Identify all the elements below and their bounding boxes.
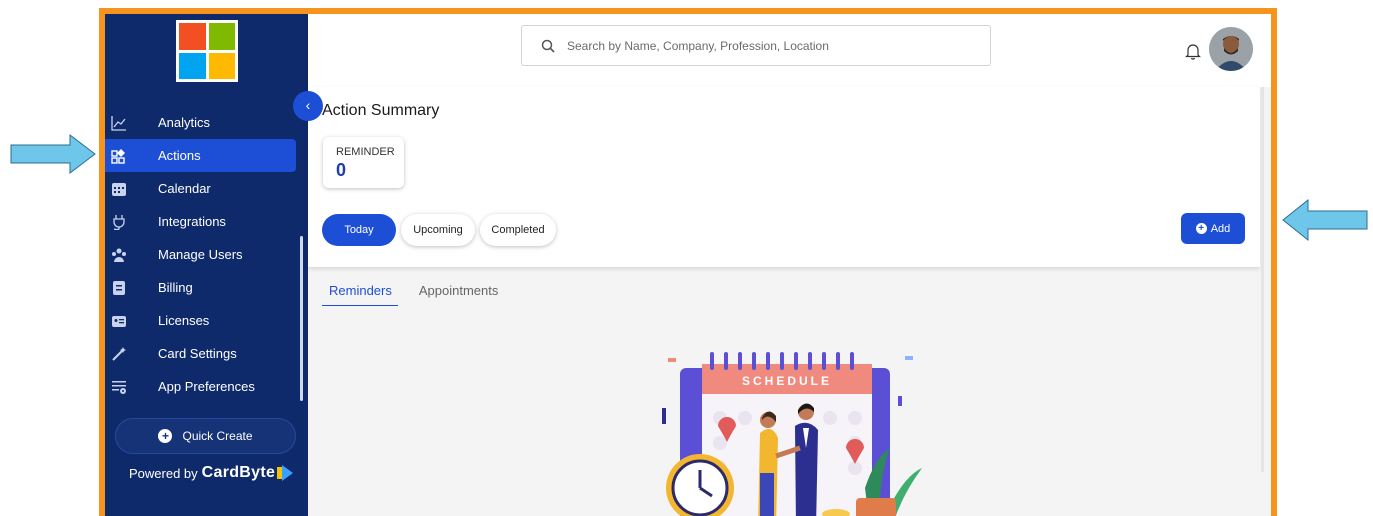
sidebar-item-label: Calendar bbox=[158, 181, 211, 196]
action-summary-panel: Action Summary REMINDER 0 Today Upcoming… bbox=[308, 87, 1260, 267]
chevron-left-icon: ‹ bbox=[305, 97, 311, 113]
page-title: Action Summary bbox=[322, 102, 440, 119]
top-header bbox=[308, 14, 1271, 87]
sidebar-item-card-settings[interactable]: Card Settings bbox=[105, 337, 296, 370]
license-card-icon bbox=[111, 313, 127, 329]
reminder-count: 0 bbox=[336, 160, 347, 180]
search-bar[interactable] bbox=[521, 25, 991, 66]
quick-create-button[interactable]: + Quick Create bbox=[115, 418, 296, 454]
user-avatar[interactable] bbox=[1209, 27, 1253, 71]
powered-by-cardbyte: Powered by CardByte bbox=[129, 464, 295, 482]
main-scrollbar[interactable] bbox=[1261, 87, 1264, 472]
cardbyte-brand: CardByte bbox=[201, 464, 276, 481]
schedule-banner-text: SCHEDULE bbox=[742, 374, 832, 388]
sidebar-item-label: Analytics bbox=[158, 115, 211, 130]
filter-upcoming-button[interactable]: Upcoming bbox=[401, 214, 475, 246]
tab-reminders[interactable]: Reminders bbox=[322, 283, 398, 306]
plug-icon bbox=[111, 214, 127, 230]
powered-by-label: Powered by bbox=[129, 465, 198, 481]
app-frame: Analytics Actions Calendar Integrations … bbox=[99, 8, 1277, 516]
add-button[interactable]: + Add bbox=[1181, 213, 1245, 244]
sidebar-item-analytics[interactable]: Analytics bbox=[105, 106, 296, 139]
users-icon bbox=[111, 247, 127, 263]
sidebar: Analytics Actions Calendar Integrations … bbox=[105, 14, 308, 516]
sidebar-item-billing[interactable]: Billing bbox=[105, 271, 296, 304]
sidebar-item-label: Manage Users bbox=[158, 247, 243, 262]
sidebar-item-app-preferences[interactable]: App Preferences bbox=[105, 370, 296, 403]
notification-bell-icon[interactable] bbox=[1185, 42, 1201, 60]
preferences-icon bbox=[111, 379, 127, 395]
tab-appointments[interactable]: Appointments bbox=[412, 283, 499, 306]
main-content: Action Summary REMINDER 0 Today Upcoming… bbox=[308, 87, 1271, 516]
billing-icon bbox=[111, 280, 127, 296]
sidebar-item-integrations[interactable]: Integrations bbox=[105, 205, 296, 238]
quick-create-label: Quick Create bbox=[182, 429, 253, 443]
add-label: Add bbox=[1210, 222, 1231, 235]
schedule-illustration: SCHEDULE bbox=[662, 352, 922, 516]
sidebar-item-label: Integrations bbox=[158, 214, 226, 229]
calendar-icon bbox=[111, 181, 127, 197]
filter-completed-button[interactable]: Completed bbox=[480, 214, 556, 246]
sidebar-item-label: Licenses bbox=[158, 313, 210, 328]
search-input[interactable] bbox=[567, 38, 967, 53]
sidebar-item-label: App Preferences bbox=[158, 379, 255, 394]
sidebar-item-label: Actions bbox=[158, 148, 201, 163]
sidebar-scrollbar[interactable] bbox=[300, 236, 303, 401]
sidebar-item-calendar[interactable]: Calendar bbox=[105, 172, 296, 205]
reminder-label: REMINDER bbox=[336, 146, 395, 158]
filter-today-button[interactable]: Today bbox=[322, 214, 396, 246]
annotation-arrow-right-icon bbox=[10, 134, 96, 174]
actions-grid-icon bbox=[111, 148, 127, 164]
sidebar-item-manage-users[interactable]: Manage Users bbox=[105, 238, 296, 271]
plus-circle-icon: + bbox=[158, 429, 173, 443]
cardbyte-logo-icon bbox=[277, 465, 295, 481]
annotation-arrow-left-icon bbox=[1282, 199, 1368, 241]
company-logo bbox=[176, 20, 238, 82]
plus-circle-icon: + bbox=[1195, 223, 1207, 234]
sidebar-item-label: Billing bbox=[158, 280, 193, 295]
sidebar-item-actions[interactable]: Actions bbox=[105, 139, 296, 172]
collapse-sidebar-button[interactable]: ‹ bbox=[293, 91, 323, 121]
chart-line-icon bbox=[111, 115, 127, 131]
sidebar-item-label: Card Settings bbox=[158, 346, 237, 361]
magic-wand-icon bbox=[111, 346, 127, 362]
sidebar-item-licenses[interactable]: Licenses bbox=[105, 304, 296, 337]
reminder-count-card: REMINDER 0 bbox=[323, 137, 404, 188]
tab-bar: Reminders Appointments bbox=[322, 283, 512, 306]
search-icon bbox=[541, 39, 555, 53]
